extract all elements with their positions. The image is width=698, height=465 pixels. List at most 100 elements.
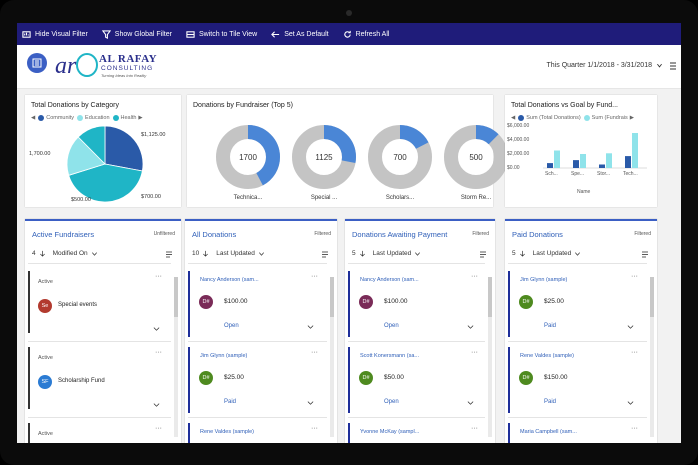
list-scrollbar[interactable]: [488, 277, 492, 437]
chevron-down-icon[interactable]: [153, 325, 160, 332]
chevron-down-icon[interactable]: [91, 250, 98, 257]
list-scrollbar[interactable]: [330, 277, 334, 437]
donation-status[interactable]: Open: [224, 323, 239, 329]
donor-name[interactable]: Nancy Anderson (sam...: [200, 277, 259, 283]
chevron-down-icon[interactable]: [467, 323, 474, 330]
bar-donations[interactable]: [599, 164, 605, 169]
sort-field[interactable]: Modified On: [53, 250, 88, 257]
bar-goal[interactable]: [580, 154, 586, 168]
refresh-all-button[interactable]: Refresh All: [343, 30, 389, 39]
view-options-icon[interactable]: [641, 250, 649, 258]
donor-name[interactable]: Jim Glynn (sample): [520, 277, 567, 283]
list-sort-control[interactable]: 5 Last Updated: [352, 250, 421, 257]
pie-slice-community[interactable]: [104, 125, 144, 172]
more-options-icon[interactable]: ···: [471, 273, 478, 280]
scrollbar-thumb[interactable]: [650, 277, 654, 317]
sort-arrow-icon[interactable]: [202, 250, 209, 257]
legend-prev-icon[interactable]: ◀: [511, 115, 515, 121]
list-scrollbar[interactable]: [650, 277, 654, 437]
donor-name[interactable]: Jim Glynn (sample): [200, 353, 247, 359]
donation-status[interactable]: Paid: [224, 399, 236, 405]
list-sort-control[interactable]: 10 Last Updated: [192, 250, 265, 257]
more-menu-icon[interactable]: [669, 61, 677, 71]
sort-field[interactable]: Last Updated: [373, 250, 412, 257]
list-item[interactable]: Nancy Anderson (sam... ··· D# $100.00 Open: [348, 271, 478, 337]
donor-name[interactable]: Nancy Anderson (sam...: [360, 277, 419, 283]
donation-status[interactable]: Paid: [544, 323, 556, 329]
chevron-down-icon[interactable]: [307, 399, 314, 406]
bar-donations[interactable]: [573, 160, 579, 168]
list-scrollbar[interactable]: [174, 277, 178, 437]
donor-name[interactable]: Rene Valdes (sample): [520, 353, 574, 359]
legend-goal[interactable]: Sum (Fundrais: [592, 115, 628, 121]
sort-field[interactable]: Last Updated: [533, 250, 572, 257]
item-name[interactable]: Special events: [58, 302, 97, 308]
more-options-icon[interactable]: ···: [155, 273, 162, 280]
more-options-icon[interactable]: ···: [311, 425, 318, 432]
donor-name[interactable]: Scott Konersmann (sa...: [360, 353, 419, 359]
view-options-icon[interactable]: [165, 250, 173, 258]
chevron-down-icon[interactable]: [258, 250, 265, 257]
donor-name[interactable]: Rene Valdes (sample): [200, 429, 254, 435]
more-options-icon[interactable]: ···: [155, 425, 162, 432]
bar-donations[interactable]: [625, 156, 631, 168]
category-pie[interactable]: [65, 124, 145, 204]
list-title[interactable]: Active Fundraisers: [32, 230, 94, 239]
chevron-down-icon[interactable]: [414, 250, 421, 257]
list-item[interactable]: Yvonne McKay (sampl... ···: [348, 423, 478, 443]
list-sort-control[interactable]: 4 Modified On: [32, 250, 98, 257]
bar-goal[interactable]: [554, 150, 560, 169]
bar-donations[interactable]: [547, 163, 553, 168]
list-item[interactable]: Scott Konersmann (sa... ··· D# $50.00 Open: [348, 347, 478, 413]
legend-education[interactable]: Education: [85, 115, 109, 121]
more-options-icon[interactable]: ···: [631, 425, 638, 432]
legend-health[interactable]: Health: [121, 115, 137, 121]
bar-goal[interactable]: [632, 133, 638, 168]
chevron-down-icon[interactable]: [627, 323, 634, 330]
show-global-filter-button[interactable]: Show Global Filter: [101, 29, 172, 39]
donor-name[interactable]: Yvonne McKay (sampl...: [360, 429, 419, 435]
donation-status[interactable]: Open: [384, 399, 399, 405]
switch-to-tile-view-button[interactable]: Switch to Tile View: [186, 30, 257, 39]
sort-arrow-icon[interactable]: [39, 250, 46, 257]
list-title[interactable]: Donations Awaiting Payment: [352, 230, 447, 239]
sort-arrow-icon[interactable]: [519, 250, 526, 257]
legend-community[interactable]: Community: [46, 115, 74, 121]
view-options-icon[interactable]: [321, 250, 329, 258]
legend-next-icon[interactable]: ▶: [630, 115, 634, 121]
more-options-icon[interactable]: ···: [155, 349, 162, 356]
hide-visual-filter-button[interactable]: Hide Visual Filter: [22, 30, 88, 39]
list-item[interactable]: Rene Valdes (sample) ···: [188, 423, 318, 443]
sort-arrow-icon[interactable]: [359, 250, 366, 257]
sort-field[interactable]: Last Updated: [216, 250, 255, 257]
bar-goal[interactable]: [606, 153, 612, 168]
item-name[interactable]: Scholarship Fund: [58, 378, 105, 384]
view-options-icon[interactable]: [479, 250, 487, 258]
date-range-selector[interactable]: This Quarter 1/1/2018 - 3/31/2018: [547, 62, 663, 69]
list-item[interactable]: Maria Campbell (sam... ···: [508, 423, 638, 443]
list-sort-control[interactable]: 5 Last Updated: [512, 250, 581, 257]
chevron-down-icon[interactable]: [574, 250, 581, 257]
chevron-down-icon[interactable]: [627, 399, 634, 406]
list-item[interactable]: Nancy Anderson (sam... ··· D# $100.00 Open: [188, 271, 318, 337]
donor-name[interactable]: Maria Campbell (sam...: [520, 429, 577, 435]
more-options-icon[interactable]: ···: [311, 273, 318, 280]
more-options-icon[interactable]: ···: [471, 349, 478, 356]
legend-donations[interactable]: Sum (Total Donations): [526, 115, 580, 121]
dashboard-selector-button[interactable]: [27, 53, 47, 73]
list-title[interactable]: Paid Donations: [512, 230, 563, 239]
scrollbar-thumb[interactable]: [174, 277, 178, 317]
list-title[interactable]: All Donations: [192, 230, 236, 239]
donation-status[interactable]: Paid: [544, 399, 556, 405]
more-options-icon[interactable]: ···: [471, 425, 478, 432]
more-options-icon[interactable]: ···: [631, 273, 638, 280]
list-item[interactable]: ··· Active: [28, 423, 164, 443]
scrollbar-thumb[interactable]: [488, 277, 492, 317]
list-item[interactable]: Jim Glynn (sample) ··· D# $25.00 Paid: [188, 347, 318, 413]
more-options-icon[interactable]: ···: [311, 349, 318, 356]
list-item[interactable]: ··· Active SF Scholarship Fund: [28, 347, 164, 409]
list-item[interactable]: Rene Valdes (sample) ··· D# $150.00 Paid: [508, 347, 638, 413]
list-item[interactable]: ··· Active Se Special events: [28, 271, 164, 333]
more-options-icon[interactable]: ···: [631, 349, 638, 356]
chevron-down-icon[interactable]: [153, 401, 160, 408]
